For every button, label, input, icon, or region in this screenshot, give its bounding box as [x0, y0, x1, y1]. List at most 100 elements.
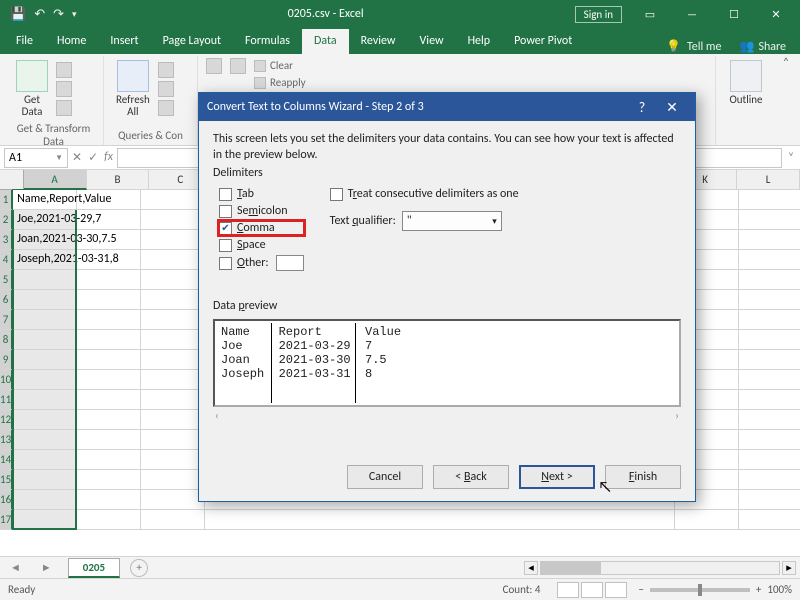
from-web-icon[interactable]	[56, 81, 72, 97]
name-box[interactable]: A1▼	[4, 148, 68, 168]
ribbon-options-icon[interactable]: ▭	[630, 2, 670, 26]
hscroll-left-icon[interactable]: ◂	[524, 561, 538, 575]
row-head[interactable]: 1	[0, 190, 13, 210]
col-head-a[interactable]: A	[24, 170, 87, 190]
preview-scroll-left-icon[interactable]: ‹	[215, 409, 219, 422]
col-head-l[interactable]: L	[737, 170, 800, 190]
tab-page-layout[interactable]: Page Layout	[151, 29, 233, 54]
view-page-layout-icon[interactable]	[581, 582, 603, 598]
tab-view[interactable]: View	[408, 29, 456, 54]
sheet-nav-prev-icon[interactable]: ◄	[0, 561, 31, 574]
row-head[interactable]: 11	[0, 390, 13, 410]
row-head[interactable]: 17	[0, 510, 13, 530]
row-head[interactable]: 13	[0, 430, 13, 450]
row-head[interactable]: 14	[0, 450, 13, 470]
cell[interactable]: Name,Report,Value	[13, 190, 77, 210]
row-head[interactable]: 6	[0, 290, 13, 310]
treat-consecutive-checkbox[interactable]: Treat consecutive delimiters as one	[330, 187, 519, 201]
fx-icon[interactable]: fx	[104, 150, 113, 165]
cell[interactable]: Joseph,2021-03-31,8	[13, 250, 77, 270]
view-normal-icon[interactable]	[557, 582, 579, 598]
delimiter-other-checkbox[interactable]: Other:	[219, 255, 304, 271]
sort-za-icon[interactable]	[230, 58, 246, 74]
add-sheet-button[interactable]: +	[130, 559, 148, 577]
next-button[interactable]: Next >	[519, 465, 595, 489]
minimize-icon[interactable]: —	[672, 2, 712, 26]
expand-formula-bar-icon[interactable]: ˅	[782, 151, 800, 165]
tell-me[interactable]: 💡Tell me	[658, 39, 729, 54]
row-head[interactable]: 4	[0, 250, 13, 270]
back-button[interactable]: < Back	[433, 465, 509, 489]
from-table-icon[interactable]	[56, 100, 72, 116]
tab-formulas[interactable]: Formulas	[233, 29, 302, 54]
from-text-icon[interactable]	[56, 62, 72, 78]
data-preview: Name Report Value Joe 2021-03-29 7 Joan …	[213, 319, 681, 407]
status-ready: Ready	[8, 583, 35, 596]
sort-az-icon[interactable]	[206, 58, 222, 74]
data-preview-label: Data preview	[213, 299, 681, 313]
close-icon[interactable]: ✕	[657, 99, 687, 116]
sign-in-button[interactable]: Sign in	[575, 6, 622, 23]
get-data-icon	[16, 60, 48, 92]
text-qualifier-select[interactable]: "▾	[402, 211, 502, 231]
delimiter-other-input[interactable]	[276, 255, 304, 271]
cancel-entry-icon[interactable]: ✕	[72, 150, 82, 165]
properties-icon[interactable]	[158, 81, 174, 97]
zoom-control[interactable]: − + 100%	[638, 583, 792, 596]
get-data-button[interactable]: Get Data	[12, 58, 52, 120]
tab-review[interactable]: Review	[349, 29, 408, 54]
row-head[interactable]: 9	[0, 350, 13, 370]
delimiter-semicolon-checkbox[interactable]: Semicolon	[219, 204, 304, 218]
row-head[interactable]: 3	[0, 230, 13, 250]
reapply-filter[interactable]: Reapply	[254, 75, 306, 90]
row-head[interactable]: 5	[0, 270, 13, 290]
tab-power-pivot[interactable]: Power Pivot	[502, 29, 584, 54]
view-page-break-icon[interactable]	[605, 582, 627, 598]
col-head-b[interactable]: B	[87, 170, 150, 190]
undo-icon[interactable]: ↶	[34, 7, 45, 22]
delimiter-comma-checkbox[interactable]: Comma	[219, 221, 304, 235]
sheet-tab[interactable]: 0205	[68, 558, 120, 578]
tab-file[interactable]: File	[4, 29, 45, 54]
zoom-in-icon[interactable]: +	[756, 583, 761, 596]
tab-home[interactable]: Home	[45, 29, 98, 54]
row-head[interactable]: 12	[0, 410, 13, 430]
preview-scroll-right-icon[interactable]: ›	[675, 409, 679, 422]
delimiter-tab-checkbox[interactable]: Tab	[219, 187, 304, 201]
zoom-slider[interactable]	[650, 588, 750, 592]
clear-filter[interactable]: Clear	[254, 58, 306, 73]
redo-icon[interactable]: ↷	[53, 7, 64, 22]
dialog-titlebar[interactable]: Convert Text to Columns Wizard - Step 2 …	[199, 93, 695, 121]
qat-overflow-icon[interactable]: ▾	[72, 9, 77, 20]
cancel-button[interactable]: Cancel	[347, 465, 423, 489]
edit-links-icon[interactable]	[158, 100, 174, 116]
horizontal-scrollbar[interactable]	[540, 561, 780, 575]
cell[interactable]: Joe,2021-03-29,7	[13, 210, 77, 230]
queries-icon[interactable]	[158, 62, 174, 78]
row-head[interactable]: 7	[0, 310, 13, 330]
delimiter-space-checkbox[interactable]: Space	[219, 238, 304, 252]
finish-button[interactable]: Finish	[605, 465, 681, 489]
close-icon[interactable]: ✕	[756, 2, 796, 26]
refresh-all-button[interactable]: Refresh All	[112, 58, 154, 120]
row-head[interactable]: 15	[0, 470, 13, 490]
row-head[interactable]: 2	[0, 210, 13, 230]
row-head[interactable]: 16	[0, 490, 13, 510]
tab-data[interactable]: Data	[302, 29, 349, 54]
row-head[interactable]: 10	[0, 370, 13, 390]
maximize-icon[interactable]: ☐	[714, 2, 754, 26]
help-icon[interactable]: ?	[627, 99, 657, 116]
cell[interactable]: Joan,2021-03-30,7.5	[13, 230, 77, 250]
tab-insert[interactable]: Insert	[98, 29, 150, 54]
hscroll-right-icon[interactable]: ▸	[782, 561, 796, 575]
accept-entry-icon[interactable]: ✓	[88, 150, 98, 165]
zoom-out-icon[interactable]: −	[638, 583, 643, 596]
share-button[interactable]: 👥Share	[729, 39, 796, 54]
row-head[interactable]: 8	[0, 330, 13, 350]
outline-button[interactable]: Outline	[724, 58, 768, 108]
save-icon[interactable]: 💾	[10, 7, 26, 22]
sheet-nav-next-icon[interactable]: ►	[31, 561, 62, 574]
tab-help[interactable]: Help	[456, 29, 503, 54]
collapse-ribbon-icon[interactable]: ˄	[776, 56, 796, 145]
select-all-corner[interactable]	[0, 170, 24, 190]
